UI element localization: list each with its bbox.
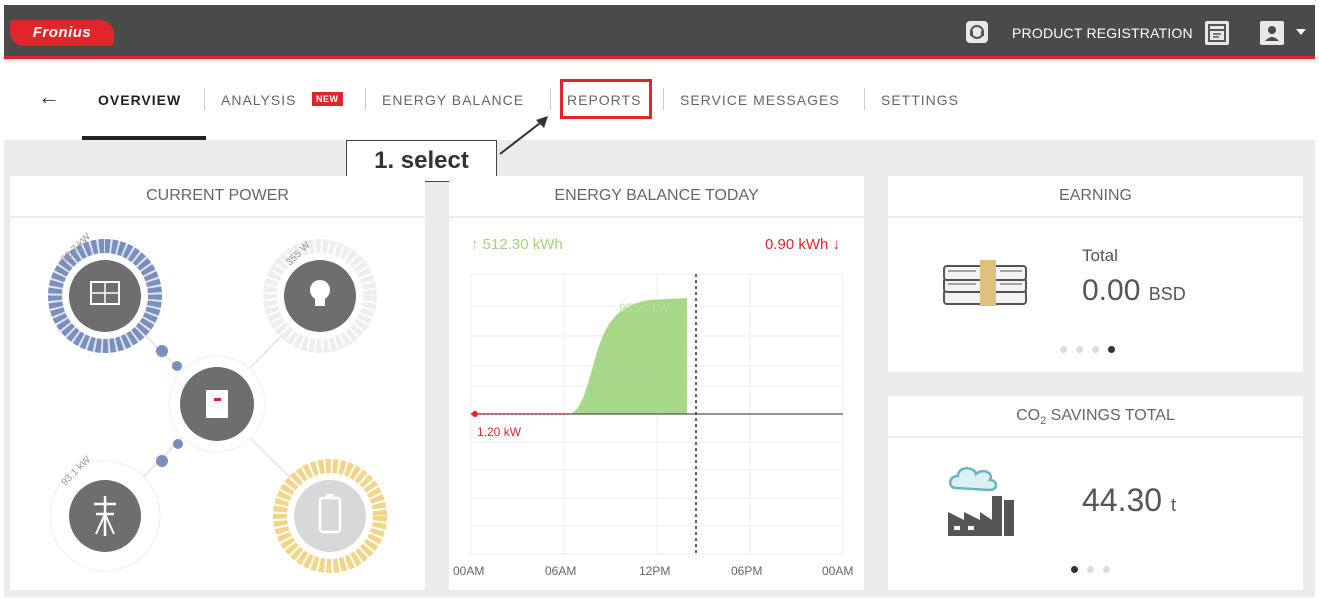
support-headset-icon[interactable] [966,21,988,43]
new-badge: NEW [312,92,343,106]
x-tick-label: 06PM [731,564,763,578]
carousel-dot[interactable] [1103,566,1110,573]
back-arrow-icon[interactable]: ← [38,84,60,110]
peak-power-label: 93.20 kW [619,301,670,315]
inverter-node[interactable] [168,355,266,453]
tab-overview[interactable]: OVERVIEW [98,92,181,108]
earning-card: EARNING Total 0.00 BSD [888,176,1303,372]
load-node[interactable] [263,239,377,353]
nav-divider [663,88,664,110]
nav-divider [204,88,205,110]
card-title: CURRENT POWER [10,176,425,218]
fronius-logo[interactable]: Fronius [10,20,114,46]
nav-divider [550,88,551,110]
money-stack-icon [943,260,1027,306]
top-bar: Fronius PRODUCT REGISTRATION [4,5,1315,59]
power-flow-diagram: 92.7 kW 355 W 93.1 kW [48,231,387,573]
card-title: EARNING [888,176,1303,218]
carousel-dot[interactable] [1087,566,1094,573]
current-power-card: CURRENT POWER 92.7 kW 355 W 93.1 kW [10,176,425,590]
card-title: CO2 SAVINGS TOTAL [888,396,1303,438]
user-menu-chevron-icon[interactable] [1296,29,1306,35]
carousel-dot[interactable] [1076,346,1083,353]
co2-savings-value: 44.30 t [1082,482,1176,518]
callout-arrow-icon [499,116,548,155]
carousel-dot-active[interactable] [1071,566,1078,573]
active-tab-indicator [82,136,206,140]
tab-analysis[interactable]: ANALYSIS [221,92,296,108]
x-tick-label: 00AM [822,564,854,578]
carousel-dot[interactable] [1060,346,1067,353]
carousel-dots[interactable] [1071,566,1110,573]
co2-savings-card: CO2 SAVINGS TOTAL 44.30 t [888,396,1303,590]
nav-divider [365,88,366,110]
earning-total-value: 0.00 BSD [1082,274,1186,307]
product-registration-link[interactable]: PRODUCT REGISTRATION [1012,25,1193,41]
tab-settings[interactable]: SETTINGS [881,92,959,108]
tab-service-messages[interactable]: SERVICE MESSAGES [680,92,840,108]
carousel-dots[interactable] [1060,346,1115,353]
battery-node[interactable] [273,459,387,573]
low-power-label: 1.20 kW [477,425,522,439]
nav-bar: ← OVERVIEW ANALYSIS NEW ENERGY BALANCE R… [4,62,1315,140]
earning-total-label: Total [1082,246,1118,265]
factory-co2-icon [948,467,1014,536]
tab-energy-balance[interactable]: ENERGY BALANCE [382,92,524,108]
energy-balance-chart[interactable]: 93.20 kW 1.20 kW [449,176,864,590]
product-registration-icon[interactable] [1205,21,1229,45]
x-tick-label: 00AM [453,564,485,578]
x-tick-label: 06AM [545,564,577,578]
carousel-dot-active[interactable] [1108,346,1115,353]
energy-balance-card: ENERGY BALANCE TODAY ↑ 512.30 kWh 0.90 k… [449,176,864,590]
reports-highlight-box [560,79,652,119]
carousel-dot[interactable] [1092,346,1099,353]
x-tick-label: 12PM [639,564,671,578]
user-account-icon[interactable] [1260,21,1284,45]
nav-divider [864,88,865,110]
